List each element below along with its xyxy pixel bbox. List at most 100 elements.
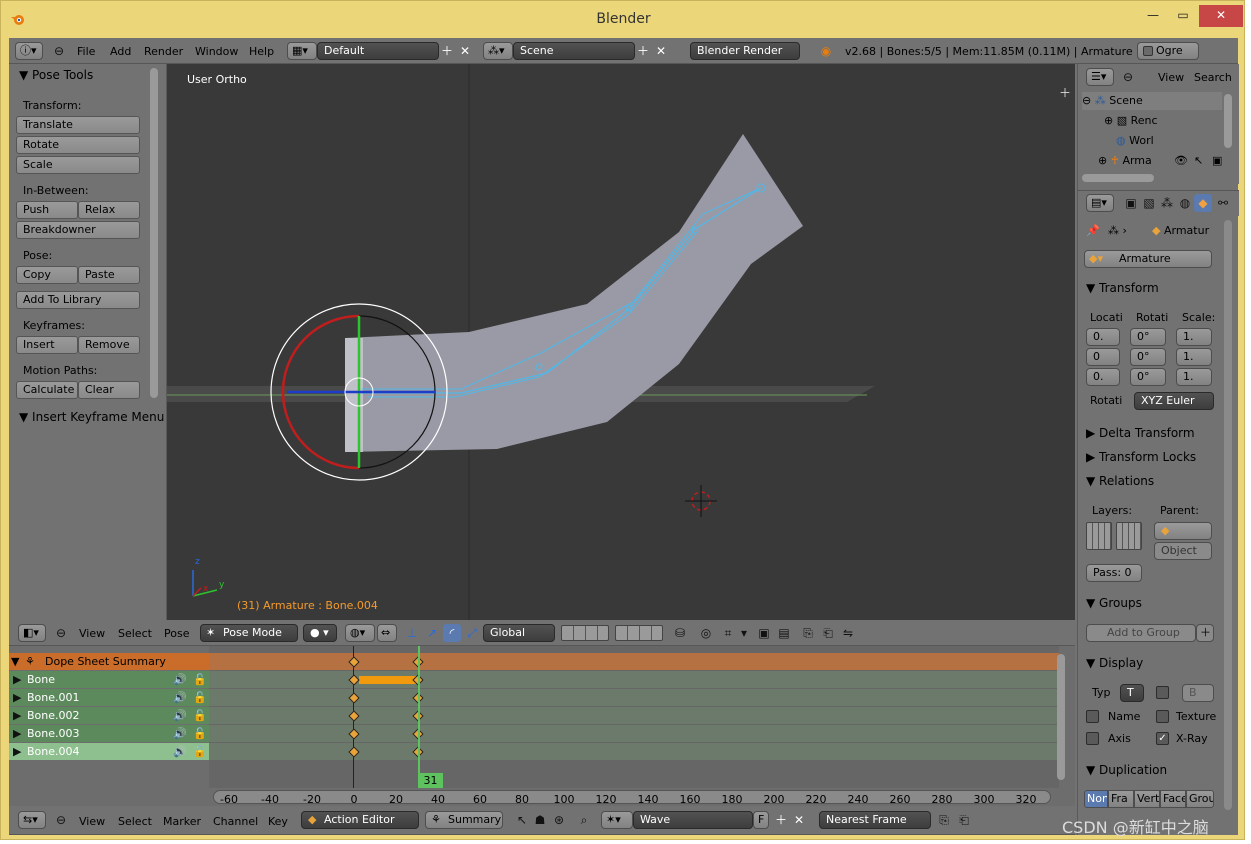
outliner-scrollbar[interactable] [1224,94,1232,148]
outliner-scene-row[interactable]: ⊖ ⁂ Scene [1082,92,1222,110]
duplication-panel-header[interactable]: ▼ Duplication [1086,761,1167,779]
scene-tab-icon[interactable]: ⁂ [1158,194,1176,212]
only-selected-icon[interactable]: ↖ [513,811,531,829]
bounds-type-select[interactable]: B [1182,684,1214,702]
remove-scene-icon[interactable]: ✕ [653,42,669,60]
rotate-manipulator-icon[interactable]: ◜ [443,624,461,642]
render-anim-icon[interactable]: ▤ [775,624,793,642]
collapse-menu-icon[interactable]: ⊖ [1122,68,1134,86]
dup-group-tab[interactable]: Grou [1186,790,1214,808]
new-group-icon[interactable]: ＋ [1196,624,1214,642]
add-layout-icon[interactable]: ＋ [439,42,455,60]
channel-row-selected[interactable]: ▶ Bone.004 🔊 🔓 [9,743,209,760]
filter-errors-icon[interactable]: ⊛ [550,811,568,829]
editor-mode-select[interactable]: ◆ Action Editor [301,811,419,829]
dope-sheet-scrollbar[interactable] [1057,654,1065,780]
render-tab-icon[interactable]: ▣ [1122,194,1140,212]
dup-verts-tab[interactable]: Vert [1134,790,1160,808]
collapse-menu-icon[interactable]: ⊖ [55,811,67,829]
minimize-icon[interactable]: — [1137,5,1169,27]
lock-icon[interactable]: 🔓 [193,689,207,706]
outliner-h-scrollbar[interactable] [1082,174,1154,182]
copy-pose-button[interactable]: Copy [16,266,78,284]
add-to-group-button[interactable]: Add to Group [1086,624,1196,642]
unlink-action-icon[interactable]: ✕ [791,811,807,829]
scale-y-field[interactable]: 1. [1176,348,1212,366]
proportional-edit-icon[interactable]: ◎ [697,624,715,642]
3d-cursor-icon[interactable] [685,485,717,517]
menu-file[interactable]: File [77,45,95,58]
world-tab-icon[interactable]: ◍ [1176,194,1194,212]
action-browse-icon[interactable]: ✶▾ [601,811,633,829]
outliner-render-row[interactable]: ⊕ ▧ Renc [1104,112,1158,130]
rotate-button[interactable]: Rotate [16,136,140,154]
object-tab-icon[interactable]: ◆ [1194,194,1212,212]
clear-paths-button[interactable]: Clear [78,381,140,399]
scale-z-field[interactable]: 1. [1176,368,1212,386]
viewport-shading-select[interactable]: ● ▾ [303,624,337,642]
dope-sheet-summary-row[interactable]: ▼ ⚘ Dope Sheet Summary [9,653,209,670]
render-camera-icon[interactable]: ▣ [1212,152,1222,170]
menu-render[interactable]: Render [144,45,183,58]
current-frame-line[interactable] [418,646,420,788]
remove-keyframe-button[interactable]: Remove [78,336,140,354]
parent-field[interactable]: ◆ [1154,522,1212,540]
layers-grid-1[interactable] [561,625,609,641]
outliner-tree[interactable]: ⊖ ⁂ Scene ⊕ ▧ Renc ◍ Worl ⊕ ♰ Arma 👁 ↖ ▣ [1078,90,1239,184]
close-icon[interactable]: ✕ [1199,5,1243,27]
menu-window[interactable]: Window [195,45,238,58]
pose-tools-panel-header[interactable]: ▼ Pose Tools [19,68,93,82]
keyframe-area[interactable]: 31 [209,646,1059,788]
ogre-checkbox[interactable] [1143,46,1153,56]
outliner-menu-search[interactable]: Search [1194,71,1232,84]
manipulator-toggle[interactable]: ⇔ [377,624,397,642]
snap-icon[interactable]: ⌗ [719,624,737,642]
groups-panel-header[interactable]: ▼ Groups [1086,594,1142,612]
filter-search-icon[interactable]: ⌕ [575,811,593,829]
3d-viewport[interactable]: User Ortho z x y (31) Armature: Bone.00… [167,64,1075,620]
editor-type-3d-icon[interactable]: ◧▾ [18,624,46,642]
action-name-field[interactable]: Wave [633,811,753,829]
lock-icon[interactable]: 🔓 [193,725,207,742]
editor-type-properties-icon[interactable]: ▤▾ [1086,194,1114,212]
channel-row[interactable]: ▶ Bone.001 🔊 🔓 [9,689,209,706]
dup-faces-tab[interactable]: Face [1160,790,1186,808]
layers-grid-b[interactable] [1116,522,1142,550]
layout-icon[interactable]: ▦▾ [287,42,317,60]
mode-select[interactable]: ✶ Pose Mode [200,624,298,642]
menu-add[interactable]: Add [110,45,131,58]
paste-keyframes-icon[interactable]: ⎗ [955,811,973,829]
render-engine-select[interactable]: Blender Render [690,42,800,60]
parent-type-select[interactable]: Object [1154,542,1212,560]
mute-icon[interactable]: 🔊 [173,707,187,724]
current-frame-indicator[interactable]: 31 [418,773,443,788]
tool-shelf-scrollbar[interactable] [150,68,158,398]
outliner-armature-row[interactable]: ⊕ ♰ Arma 👁 ↖ ▣ [1098,152,1222,170]
paste-pose-button[interactable]: Paste [78,266,140,284]
scale-manipulator-icon[interactable]: ⤢ [463,624,481,642]
menu-help[interactable]: Help [249,45,274,58]
render-still-icon[interactable]: ▣ [755,624,773,642]
axis-checkbox[interactable] [1086,732,1099,745]
add-action-icon[interactable]: ＋ [773,811,789,829]
dope-sheet[interactable]: ▼ ⚘ Dope Sheet Summary ▶ Bone 🔊 🔓 ▶ Bone.001 🔊 🔓… [9,646,1075,806]
layout-field[interactable]: Default [317,42,439,60]
menu-select[interactable]: Select [118,627,152,640]
location-y-field[interactable]: 0 [1086,348,1120,366]
editor-type-icon[interactable]: ⓘ▾ [15,42,43,60]
pass-index-field[interactable]: Pass: 0 [1086,564,1142,582]
summary-toggle[interactable]: ⚘ Summary [425,811,503,829]
menu-pose[interactable]: Pose [164,627,189,640]
copy-keyframes-icon[interactable]: ⎘ [935,811,953,829]
maximize-icon[interactable]: ▭ [1167,5,1199,27]
dup-none-tab[interactable]: Non [1084,790,1108,808]
show-hidden-icon[interactable]: ☗ [531,811,549,829]
select-cursor-icon[interactable]: ↖ [1194,152,1203,170]
lock-layers-icon[interactable]: ⛁ [671,624,689,642]
copy-pose-icon[interactable]: ⎘ [799,624,817,642]
remove-layout-icon[interactable]: ✕ [457,42,473,60]
lock-icon[interactable]: 🔓 [193,671,207,688]
menu-channel[interactable]: Channel [213,815,258,828]
transform-panel-header[interactable]: ▼ Transform [1086,279,1159,297]
translate-manipulator-icon[interactable]: ⊥ [403,624,421,642]
